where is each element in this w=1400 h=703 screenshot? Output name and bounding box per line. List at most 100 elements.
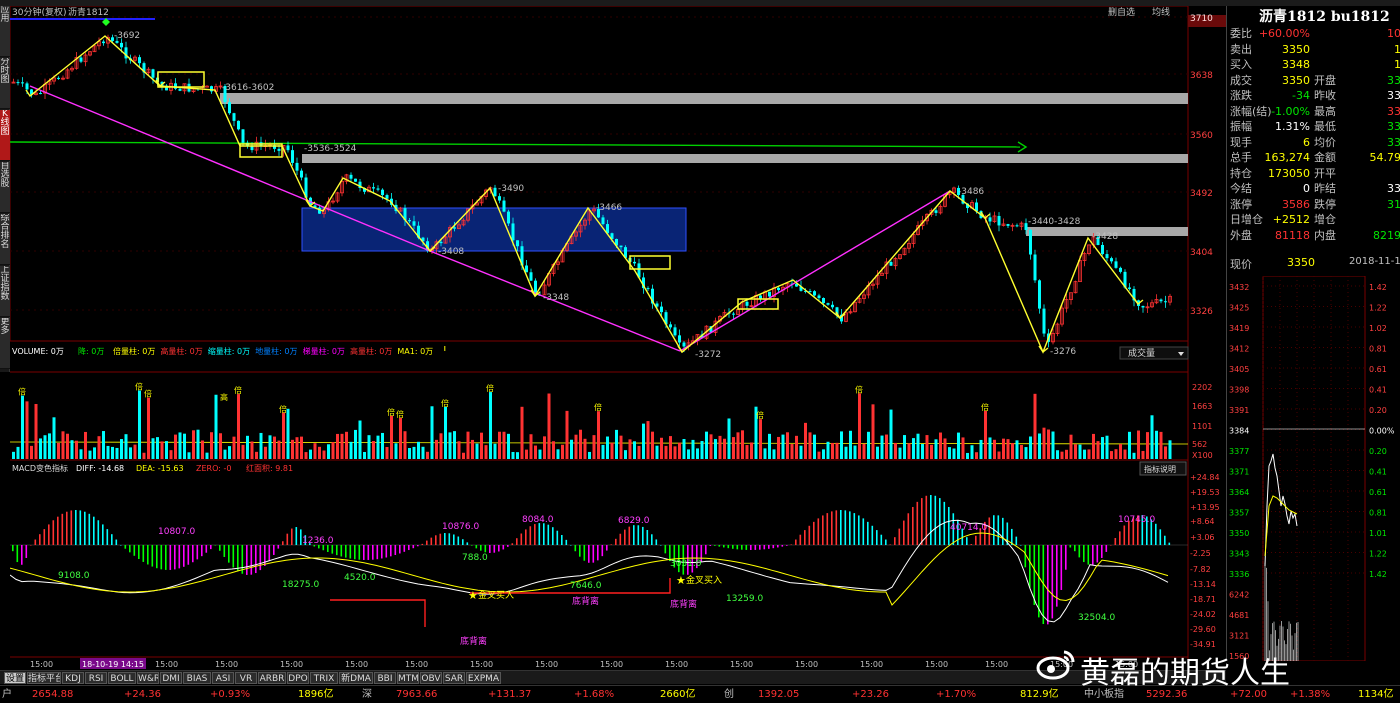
quote-value2-3: 33 xyxy=(1387,73,1400,87)
volume-bar xyxy=(106,445,110,459)
indicator-tab-17[interactable]: SAR xyxy=(443,672,465,684)
delete-favorite-button[interactable]: 删自选 xyxy=(1108,6,1135,18)
mini-axis-left-15: 6242 xyxy=(1229,591,1249,600)
indicator-tab-0[interactable]: 设置 xyxy=(4,672,26,684)
mini-axis-right-12: 1.01 xyxy=(1369,529,1387,538)
volume-bar xyxy=(192,430,195,459)
quote-value-1: 3350 xyxy=(1282,42,1310,56)
macd-hist-bar xyxy=(705,545,707,555)
indicator-tab-4[interactable]: BOLL xyxy=(108,672,136,684)
indicator-tab-1[interactable]: 指标平台 xyxy=(27,672,61,684)
macd-hist-bar xyxy=(70,510,73,545)
candle-body xyxy=(1110,258,1113,262)
indicator-tab-7[interactable]: BIAS xyxy=(183,672,211,684)
macd-hist-bar xyxy=(525,529,527,545)
moving-average-button[interactable]: 均线 xyxy=(1152,6,1170,18)
macd-hist-bar xyxy=(543,523,545,545)
macd-hist-bar xyxy=(169,545,172,570)
volume-bar xyxy=(534,445,537,459)
macd-area-label-10: 788.0 xyxy=(462,553,488,563)
macd-hist-bar xyxy=(795,539,797,545)
left-tab-1[interactable]: 分时图 xyxy=(0,58,10,109)
volume-bar xyxy=(984,410,987,459)
volume-bar xyxy=(727,418,731,459)
volume-bar xyxy=(21,395,24,459)
macd-hist-bar xyxy=(750,545,752,550)
macd-help-button-label: 指标说明 xyxy=(1144,464,1176,474)
macd-hist-bar xyxy=(408,545,410,551)
left-tab-5[interactable]: 上证指数 xyxy=(0,266,10,317)
macd-hist-bar xyxy=(376,545,379,560)
candle-body xyxy=(115,40,119,43)
indicator-tab-5[interactable]: W&R xyxy=(137,672,159,684)
volume-bar xyxy=(957,432,960,459)
time-label-4: 15:00 xyxy=(345,660,368,669)
volume-bar xyxy=(592,435,596,459)
macd-axis-label-8: -18.71 xyxy=(1190,595,1216,604)
kline-chart[interactable]: 30分钟(复权) 沥青1812 删自选 均线 3710 3638 3560 3492 3404 3… xyxy=(10,6,1226,670)
indicator-tab-12[interactable]: TRIX xyxy=(310,672,338,684)
time-label-8: 15:00 xyxy=(600,660,623,669)
volume-bar xyxy=(633,441,636,459)
indicator-tab-10[interactable]: ARBR xyxy=(258,672,286,684)
candle-body xyxy=(102,41,105,44)
volume-bar xyxy=(880,435,884,459)
indicator-tab-6[interactable]: DMI xyxy=(160,672,182,684)
macd-hist-bar xyxy=(1002,517,1004,545)
volume-bar xyxy=(718,435,722,459)
volume-bar xyxy=(507,433,510,459)
volume-bar xyxy=(1047,429,1050,459)
volume-legend-7: 高量柱: 0万 xyxy=(350,346,392,356)
macd-hist-bar xyxy=(372,545,374,560)
macd-hist-bar xyxy=(178,545,181,569)
macd-hist-bar xyxy=(48,524,50,545)
macd-hist-bar xyxy=(741,545,743,550)
quote-row-8: 总手 163,274 金额 54.79 xyxy=(1227,150,1400,165)
macd-hist-bar xyxy=(763,545,766,550)
candle-body xyxy=(237,120,240,130)
macd-hist-bar xyxy=(210,545,212,550)
indicator-tab-11[interactable]: DPO xyxy=(287,672,309,684)
divergence-label-2: 底背离 xyxy=(670,598,697,610)
volume-bar xyxy=(516,452,519,459)
indicator-tab-3[interactable]: RSI xyxy=(85,672,107,684)
macd-area-label-4: 6829.0 xyxy=(618,516,650,526)
indicator-tab-16[interactable]: OBV xyxy=(420,672,442,684)
volume-bar xyxy=(561,444,564,459)
left-tab-3[interactable]: 自选股 xyxy=(0,162,10,213)
left-tab-2[interactable]: K线图 xyxy=(0,110,10,161)
candle-body xyxy=(516,240,519,247)
indicator-tab-18[interactable]: EXPMA xyxy=(466,672,501,684)
macd-hist-bar xyxy=(192,545,194,563)
intraday-mini-chart[interactable]: 3432 3425 3419 3412 3405 3398 3391 3384 3377 3371… xyxy=(1227,276,1400,661)
volume-bar xyxy=(520,406,524,459)
indicator-tab-9[interactable]: VR xyxy=(235,672,257,684)
left-tab-6[interactable]: 更多 xyxy=(0,318,10,369)
volume-bar xyxy=(1132,452,1136,459)
macd-hist-bar xyxy=(448,533,451,545)
macd-area-label-2: 10876.0 xyxy=(442,522,479,532)
time-label-13: 15:00 xyxy=(925,660,948,669)
left-tab-0[interactable]: 应用 xyxy=(0,6,10,57)
macd-hist-bar xyxy=(457,536,460,545)
volume-legend-8: MA1: 0万 xyxy=(397,347,433,356)
candle-body xyxy=(354,178,357,182)
indicator-tab-14[interactable]: BBI xyxy=(374,672,396,684)
left-tab-4[interactable]: 综合排名 xyxy=(0,214,10,265)
volume-bar xyxy=(705,431,708,459)
macd-hist-bar xyxy=(219,545,221,551)
indicator-tab-8[interactable]: ASI xyxy=(212,672,234,684)
volume-bar xyxy=(390,415,393,459)
candle-body xyxy=(174,83,177,89)
indicator-tab-13[interactable]: 新DMA xyxy=(339,672,373,684)
candle-body xyxy=(25,83,29,90)
indicator-tab-2[interactable]: KDJ xyxy=(62,672,84,684)
volume-bar xyxy=(462,452,465,459)
volume-bar xyxy=(394,443,398,459)
volume-flag-label: 倍 xyxy=(234,385,242,395)
mini-axis-left-5: 3398 xyxy=(1229,386,1249,395)
indicator-tab-15[interactable]: MTM xyxy=(397,672,419,684)
macd-hist-bar xyxy=(1123,525,1126,545)
quote-value-10: 0 xyxy=(1303,182,1310,195)
candle-body xyxy=(493,187,497,197)
